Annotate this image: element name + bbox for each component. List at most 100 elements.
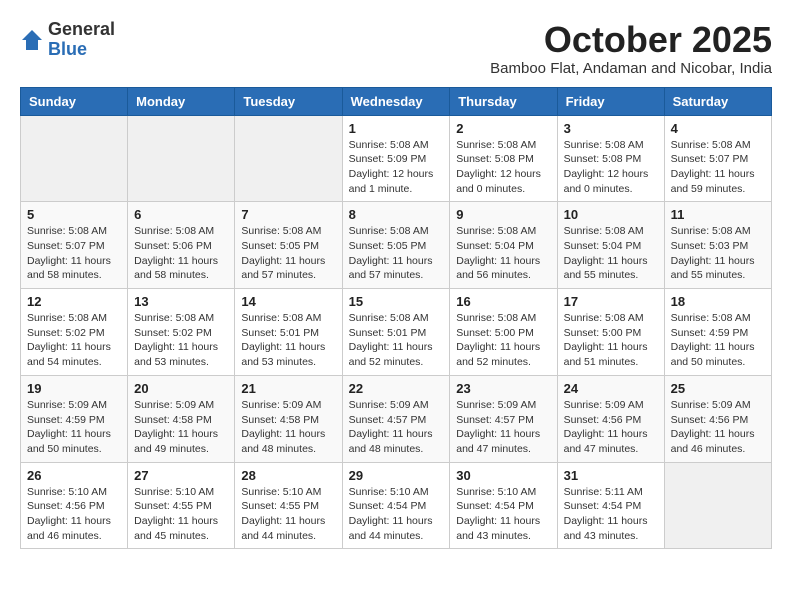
- table-row: 9 Sunrise: 5:08 AM Sunset: 5:04 PM Daylig…: [450, 202, 557, 289]
- day-number: 29: [349, 468, 444, 483]
- day-number: 12: [27, 294, 121, 309]
- day-number: 20: [134, 381, 228, 396]
- header-wednesday: Wednesday: [342, 87, 450, 115]
- table-row: 23 Sunrise: 5:09 AM Sunset: 4:57 PM Dayli…: [450, 375, 557, 462]
- day-info: Sunrise: 5:08 AM Sunset: 5:02 PM Dayligh…: [134, 311, 228, 370]
- table-row: 11 Sunrise: 5:08 AM Sunset: 5:03 PM Dayli…: [664, 202, 771, 289]
- table-row: 12Sunrise: 5:08 AM Sunset: 5:02 PM Dayli…: [21, 289, 128, 376]
- header-friday: Friday: [557, 87, 664, 115]
- table-row: 25 Sunrise: 5:09 AM Sunset: 4:56 PM Dayli…: [664, 375, 771, 462]
- day-info: Sunrise: 5:09 AM Sunset: 4:56 PM Dayligh…: [671, 398, 765, 457]
- day-info: Sunrise: 5:08 AM Sunset: 5:05 PM Dayligh…: [349, 224, 444, 283]
- day-number: 8: [349, 207, 444, 222]
- day-number: 18: [671, 294, 765, 309]
- logo-text: General Blue: [48, 20, 115, 60]
- day-number: 5: [27, 207, 121, 222]
- table-row: 6Sunrise: 5:08 AM Sunset: 5:06 PM Daylig…: [128, 202, 235, 289]
- day-info: Sunrise: 5:08 AM Sunset: 5:01 PM Dayligh…: [241, 311, 335, 370]
- table-row: 1Sunrise: 5:08 AM Sunset: 5:09 PM Daylig…: [342, 115, 450, 202]
- location-subtitle: Bamboo Flat, Andaman and Nicobar, India: [490, 60, 772, 77]
- table-row: 26Sunrise: 5:10 AM Sunset: 4:56 PM Dayli…: [21, 462, 128, 549]
- day-number: 30: [456, 468, 550, 483]
- day-number: 28: [241, 468, 335, 483]
- day-number: 9: [456, 207, 550, 222]
- table-row: [235, 115, 342, 202]
- table-row: 2 Sunrise: 5:08 AM Sunset: 5:08 PM Daylig…: [450, 115, 557, 202]
- logo-icon: [20, 28, 44, 52]
- header-monday: Monday: [128, 87, 235, 115]
- table-row: [21, 115, 128, 202]
- day-info: Sunrise: 5:08 AM Sunset: 5:04 PM Dayligh…: [456, 224, 550, 283]
- table-row: 17 Sunrise: 5:08 AM Sunset: 5:00 PM Dayli…: [557, 289, 664, 376]
- day-info: Sunrise: 5:09 AM Sunset: 4:57 PM Dayligh…: [349, 398, 444, 457]
- calendar-header-row: Sunday Monday Tuesday Wednesday Thursday…: [21, 87, 772, 115]
- header-tuesday: Tuesday: [235, 87, 342, 115]
- day-number: 10: [564, 207, 658, 222]
- table-row: 29Sunrise: 5:10 AM Sunset: 4:54 PM Dayli…: [342, 462, 450, 549]
- day-info: Sunrise: 5:08 AM Sunset: 5:07 PM Dayligh…: [671, 138, 765, 197]
- table-row: [664, 462, 771, 549]
- day-number: 16: [456, 294, 550, 309]
- day-info: Sunrise: 5:09 AM Sunset: 4:58 PM Dayligh…: [134, 398, 228, 457]
- header-thursday: Thursday: [450, 87, 557, 115]
- month-title: October 2025: [490, 20, 772, 60]
- day-number: 3: [564, 121, 658, 136]
- calendar-week-row: 5 Sunrise: 5:08 AM Sunset: 5:07 PM Daylig…: [21, 202, 772, 289]
- calendar-table: Sunday Monday Tuesday Wednesday Thursday…: [20, 87, 772, 550]
- day-number: 23: [456, 381, 550, 396]
- calendar-week-row: 12 Sunrise: 5:08 AM Sunset: 5:02 PM Dayli…: [21, 289, 772, 376]
- table-row: 30 Sunrise: 5:10 AM Sunset: 4:54 PM Dayli…: [450, 462, 557, 549]
- logo-general: General: [48, 19, 115, 39]
- table-row: 3 Sunrise: 5:08 AM Sunset: 5:08 PM Daylig…: [557, 115, 664, 202]
- day-info: Sunrise: 5:10 AM Sunset: 4:56 PM Dayligh…: [27, 485, 121, 544]
- day-number: 4: [671, 121, 765, 136]
- day-info: Sunrise: 5:10 AM Sunset: 4:54 PM Dayligh…: [456, 485, 550, 544]
- day-number: 2: [456, 121, 550, 136]
- table-row: 28Sunrise: 5:10 AM Sunset: 4:55 PM Dayli…: [235, 462, 342, 549]
- day-info: Sunrise: 5:08 AM Sunset: 5:04 PM Dayligh…: [564, 224, 658, 283]
- day-info: Sunrise: 5:08 AM Sunset: 5:08 PM Dayligh…: [456, 138, 550, 197]
- day-info: Sunrise: 5:08 AM Sunset: 5:03 PM Dayligh…: [671, 224, 765, 283]
- day-number: 21: [241, 381, 335, 396]
- table-row: 10 Sunrise: 5:08 AM Sunset: 5:04 PM Dayli…: [557, 202, 664, 289]
- day-number: 17: [564, 294, 658, 309]
- day-info: Sunrise: 5:09 AM Sunset: 4:59 PM Dayligh…: [27, 398, 121, 457]
- day-info: Sunrise: 5:08 AM Sunset: 5:09 PM Dayligh…: [349, 138, 444, 197]
- day-number: 13: [134, 294, 228, 309]
- day-info: Sunrise: 5:08 AM Sunset: 5:00 PM Dayligh…: [456, 311, 550, 370]
- day-number: 11: [671, 207, 765, 222]
- day-info: Sunrise: 5:10 AM Sunset: 4:55 PM Dayligh…: [134, 485, 228, 544]
- table-row: 16 Sunrise: 5:08 AM Sunset: 5:00 PM Dayli…: [450, 289, 557, 376]
- day-number: 19: [27, 381, 121, 396]
- logo: General Blue: [20, 20, 115, 60]
- table-row: 18 Sunrise: 5:08 AM Sunset: 4:59 PM Dayli…: [664, 289, 771, 376]
- day-number: 31: [564, 468, 658, 483]
- header-saturday: Saturday: [664, 87, 771, 115]
- day-info: Sunrise: 5:08 AM Sunset: 5:00 PM Dayligh…: [564, 311, 658, 370]
- table-row: 7Sunrise: 5:08 AM Sunset: 5:05 PM Daylig…: [235, 202, 342, 289]
- table-row: 22Sunrise: 5:09 AM Sunset: 4:57 PM Dayli…: [342, 375, 450, 462]
- day-number: 25: [671, 381, 765, 396]
- table-row: [128, 115, 235, 202]
- day-info: Sunrise: 5:11 AM Sunset: 4:54 PM Dayligh…: [564, 485, 658, 544]
- day-info: Sunrise: 5:08 AM Sunset: 4:59 PM Dayligh…: [671, 311, 765, 370]
- title-block: October 2025 Bamboo Flat, Andaman and Ni…: [490, 20, 772, 77]
- table-row: 19 Sunrise: 5:09 AM Sunset: 4:59 PM Dayli…: [21, 375, 128, 462]
- day-info: Sunrise: 5:08 AM Sunset: 5:08 PM Dayligh…: [564, 138, 658, 197]
- day-number: 6: [134, 207, 228, 222]
- calendar-week-row: 26Sunrise: 5:10 AM Sunset: 4:56 PM Dayli…: [21, 462, 772, 549]
- table-row: 5 Sunrise: 5:08 AM Sunset: 5:07 PM Daylig…: [21, 202, 128, 289]
- day-info: Sunrise: 5:09 AM Sunset: 4:58 PM Dayligh…: [241, 398, 335, 457]
- day-info: Sunrise: 5:08 AM Sunset: 5:07 PM Dayligh…: [27, 224, 121, 283]
- day-info: Sunrise: 5:09 AM Sunset: 4:57 PM Dayligh…: [456, 398, 550, 457]
- day-number: 27: [134, 468, 228, 483]
- day-number: 14: [241, 294, 335, 309]
- logo-blue: Blue: [48, 39, 87, 59]
- header-sunday: Sunday: [21, 87, 128, 115]
- day-info: Sunrise: 5:08 AM Sunset: 5:05 PM Dayligh…: [241, 224, 335, 283]
- table-row: 4 Sunrise: 5:08 AM Sunset: 5:07 PM Daylig…: [664, 115, 771, 202]
- calendar-week-row: 19 Sunrise: 5:09 AM Sunset: 4:59 PM Dayli…: [21, 375, 772, 462]
- calendar-week-row: 1Sunrise: 5:08 AM Sunset: 5:09 PM Daylig…: [21, 115, 772, 202]
- day-number: 15: [349, 294, 444, 309]
- table-row: 27 Sunrise: 5:10 AM Sunset: 4:55 PM Dayli…: [128, 462, 235, 549]
